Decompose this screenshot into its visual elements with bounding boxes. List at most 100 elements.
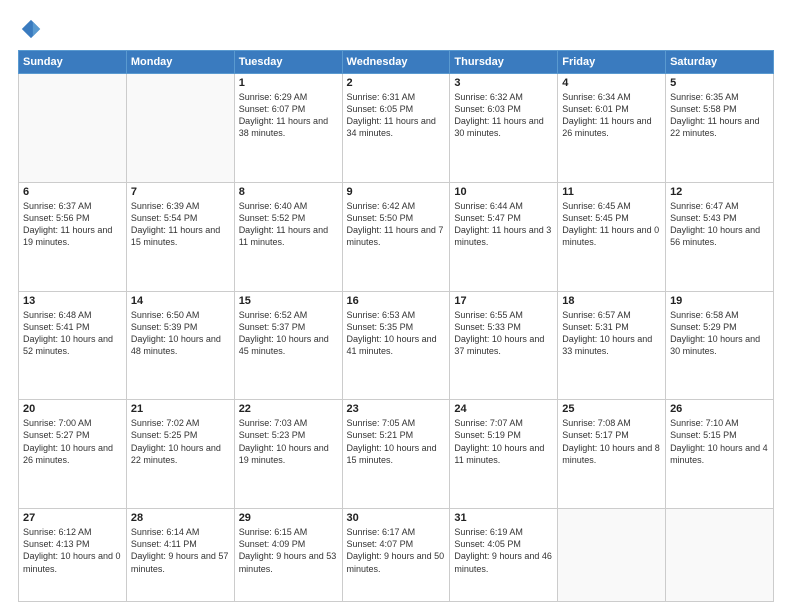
day-number: 17 (454, 295, 553, 307)
weekday-monday: Monday (126, 51, 234, 74)
weekday-sunday: Sunday (19, 51, 127, 74)
calendar-cell: 20Sunrise: 7:00 AM Sunset: 5:27 PM Dayli… (19, 400, 127, 509)
weekday-wednesday: Wednesday (342, 51, 450, 74)
day-info: Sunrise: 7:03 AM Sunset: 5:23 PM Dayligh… (239, 417, 338, 466)
day-info: Sunrise: 6:44 AM Sunset: 5:47 PM Dayligh… (454, 200, 553, 249)
header (18, 18, 774, 40)
day-number: 3 (454, 77, 553, 89)
calendar-cell: 17Sunrise: 6:55 AM Sunset: 5:33 PM Dayli… (450, 291, 558, 400)
day-info: Sunrise: 6:48 AM Sunset: 5:41 PM Dayligh… (23, 309, 122, 358)
day-info: Sunrise: 7:08 AM Sunset: 5:17 PM Dayligh… (562, 417, 661, 466)
calendar-cell: 21 Sunrise: 7:02 AM Sunset: 5:25 PM Dayli… (126, 400, 234, 509)
day-number: 14 (131, 295, 230, 307)
day-number: 10 (454, 186, 553, 198)
calendar-cell: 4 Sunrise: 6:34 AM Sunset: 6:01 PM Daylig… (558, 74, 666, 183)
day-info: Sunrise: 6:19 AM Sunset: 4:05 PM Dayligh… (454, 526, 553, 575)
day-info: Sunrise: 6:29 AM Sunset: 6:07 PM Dayligh… (239, 91, 338, 140)
day-number: 13 (23, 295, 122, 307)
calendar-cell: 1 Sunrise: 6:29 AM Sunset: 6:07 PM Daylig… (234, 74, 342, 183)
day-info: Sunrise: 7:10 AM Sunset: 5:15 PM Dayligh… (670, 417, 769, 466)
weekday-thursday: Thursday (450, 51, 558, 74)
calendar-cell: 2 Sunrise: 6:31 AM Sunset: 6:05 PM Daylig… (342, 74, 450, 183)
day-info: Sunrise: 7:02 AM Sunset: 5:25 PM Dayligh… (131, 417, 230, 466)
day-info: Sunrise: 6:37 AM Sunset: 5:56 PM Dayligh… (23, 200, 122, 249)
logo (18, 18, 42, 40)
week-row-1: 6 Sunrise: 6:37 AM Sunset: 5:56 PM Daylig… (19, 182, 774, 291)
calendar-cell (558, 509, 666, 602)
day-info: Sunrise: 6:58 AM Sunset: 5:29 PM Dayligh… (670, 309, 769, 358)
day-info: Sunrise: 6:17 AM Sunset: 4:07 PM Dayligh… (347, 526, 446, 575)
calendar-table: SundayMondayTuesdayWednesdayThursdayFrid… (18, 50, 774, 602)
calendar-cell: 15 Sunrise: 6:52 AM Sunset: 5:37 PM Dayli… (234, 291, 342, 400)
day-info: Sunrise: 6:45 AM Sunset: 5:45 PM Dayligh… (562, 200, 661, 249)
day-number: 12 (670, 186, 769, 198)
day-number: 28 (131, 512, 230, 524)
calendar-cell: 9 Sunrise: 6:42 AM Sunset: 5:50 PM Daylig… (342, 182, 450, 291)
day-info: Sunrise: 6:50 AM Sunset: 5:39 PM Dayligh… (131, 309, 230, 358)
calendar-cell: 3 Sunrise: 6:32 AM Sunset: 6:03 PM Daylig… (450, 74, 558, 183)
day-number: 7 (131, 186, 230, 198)
day-number: 26 (670, 403, 769, 415)
day-info: Sunrise: 6:32 AM Sunset: 6:03 PM Dayligh… (454, 91, 553, 140)
day-number: 18 (562, 295, 661, 307)
day-info: Sunrise: 7:07 AM Sunset: 5:19 PM Dayligh… (454, 417, 553, 466)
day-number: 16 (347, 295, 446, 307)
week-row-3: 20Sunrise: 7:00 AM Sunset: 5:27 PM Dayli… (19, 400, 774, 509)
day-info: Sunrise: 6:52 AM Sunset: 5:37 PM Dayligh… (239, 309, 338, 358)
calendar-cell: 22Sunrise: 7:03 AM Sunset: 5:23 PM Dayli… (234, 400, 342, 509)
calendar-cell: 18Sunrise: 6:57 AM Sunset: 5:31 PM Dayli… (558, 291, 666, 400)
calendar-cell (126, 74, 234, 183)
calendar-cell: 5Sunrise: 6:35 AM Sunset: 5:58 PM Daylig… (666, 74, 774, 183)
day-number: 9 (347, 186, 446, 198)
calendar-cell (666, 509, 774, 602)
logo-text (18, 18, 42, 40)
calendar-cell: 28Sunrise: 6:14 AM Sunset: 4:11 PM Dayli… (126, 509, 234, 602)
calendar-cell: 24 Sunrise: 7:07 AM Sunset: 5:19 PM Dayli… (450, 400, 558, 509)
day-info: Sunrise: 6:34 AM Sunset: 6:01 PM Dayligh… (562, 91, 661, 140)
day-info: Sunrise: 6:39 AM Sunset: 5:54 PM Dayligh… (131, 200, 230, 249)
day-number: 25 (562, 403, 661, 415)
calendar-cell: 16 Sunrise: 6:53 AM Sunset: 5:35 PM Dayli… (342, 291, 450, 400)
page: SundayMondayTuesdayWednesdayThursdayFrid… (0, 0, 792, 612)
weekday-header-row: SundayMondayTuesdayWednesdayThursdayFrid… (19, 51, 774, 74)
calendar-cell: 23Sunrise: 7:05 AM Sunset: 5:21 PM Dayli… (342, 400, 450, 509)
calendar-cell: 10 Sunrise: 6:44 AM Sunset: 5:47 PM Dayli… (450, 182, 558, 291)
day-number: 30 (347, 512, 446, 524)
day-number: 2 (347, 77, 446, 89)
day-number: 29 (239, 512, 338, 524)
day-info: Sunrise: 6:31 AM Sunset: 6:05 PM Dayligh… (347, 91, 446, 140)
day-number: 19 (670, 295, 769, 307)
day-info: Sunrise: 6:53 AM Sunset: 5:35 PM Dayligh… (347, 309, 446, 358)
day-info: Sunrise: 6:12 AM Sunset: 4:13 PM Dayligh… (23, 526, 122, 575)
calendar-cell: 7 Sunrise: 6:39 AM Sunset: 5:54 PM Daylig… (126, 182, 234, 291)
week-row-4: 27Sunrise: 6:12 AM Sunset: 4:13 PM Dayli… (19, 509, 774, 602)
calendar-cell: 19 Sunrise: 6:58 AM Sunset: 5:29 PM Dayli… (666, 291, 774, 400)
day-info: Sunrise: 6:15 AM Sunset: 4:09 PM Dayligh… (239, 526, 338, 575)
day-number: 15 (239, 295, 338, 307)
week-row-0: 1 Sunrise: 6:29 AM Sunset: 6:07 PM Daylig… (19, 74, 774, 183)
calendar-cell: 13 Sunrise: 6:48 AM Sunset: 5:41 PM Dayli… (19, 291, 127, 400)
day-info: Sunrise: 6:47 AM Sunset: 5:43 PM Dayligh… (670, 200, 769, 249)
calendar-cell: 27Sunrise: 6:12 AM Sunset: 4:13 PM Dayli… (19, 509, 127, 602)
day-number: 31 (454, 512, 553, 524)
day-info: Sunrise: 6:40 AM Sunset: 5:52 PM Dayligh… (239, 200, 338, 249)
day-number: 20 (23, 403, 122, 415)
day-number: 21 (131, 403, 230, 415)
logo-icon (20, 18, 42, 40)
day-info: Sunrise: 7:05 AM Sunset: 5:21 PM Dayligh… (347, 417, 446, 466)
day-info: Sunrise: 6:42 AM Sunset: 5:50 PM Dayligh… (347, 200, 446, 249)
day-number: 24 (454, 403, 553, 415)
calendar-cell: 11Sunrise: 6:45 AM Sunset: 5:45 PM Dayli… (558, 182, 666, 291)
weekday-saturday: Saturday (666, 51, 774, 74)
calendar-cell: 31 Sunrise: 6:19 AM Sunset: 4:05 PM Dayli… (450, 509, 558, 602)
day-number: 1 (239, 77, 338, 89)
calendar-cell: 30 Sunrise: 6:17 AM Sunset: 4:07 PM Dayli… (342, 509, 450, 602)
day-number: 6 (23, 186, 122, 198)
calendar-cell: 14 Sunrise: 6:50 AM Sunset: 5:39 PM Dayli… (126, 291, 234, 400)
calendar-cell (19, 74, 127, 183)
day-number: 4 (562, 77, 661, 89)
week-row-2: 13 Sunrise: 6:48 AM Sunset: 5:41 PM Dayli… (19, 291, 774, 400)
day-number: 5 (670, 77, 769, 89)
calendar-cell: 25 Sunrise: 7:08 AM Sunset: 5:17 PM Dayli… (558, 400, 666, 509)
calendar-cell: 26 Sunrise: 7:10 AM Sunset: 5:15 PM Dayli… (666, 400, 774, 509)
